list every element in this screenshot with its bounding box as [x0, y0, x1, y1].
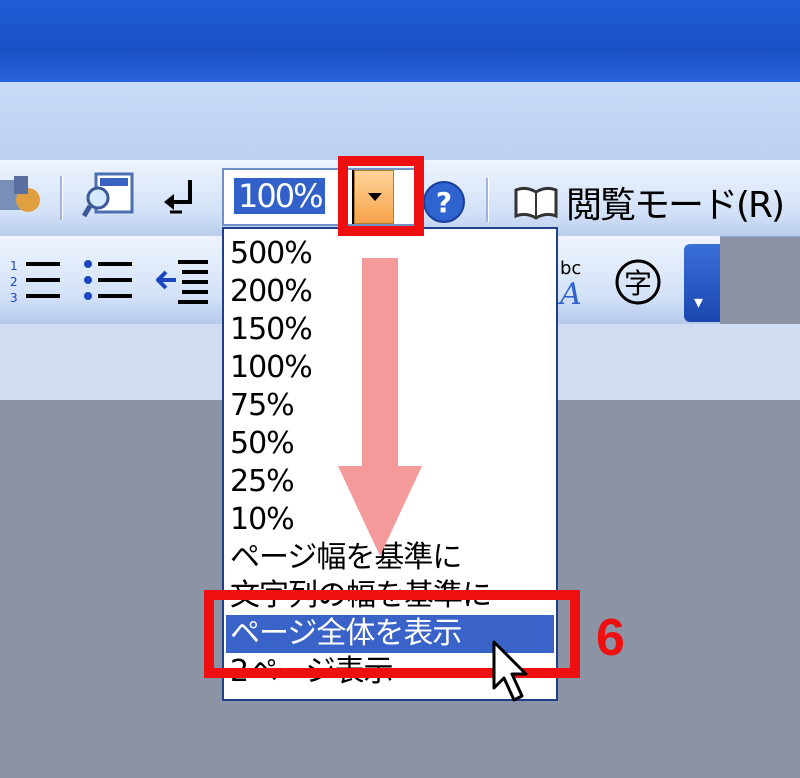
zoom-option-75[interactable]: 75% — [230, 387, 295, 425]
step-number: 6 — [596, 609, 625, 667]
zoom-option-25[interactable]: 25% — [230, 463, 295, 501]
book-icon — [514, 186, 558, 220]
annotation-arrow-head — [338, 466, 422, 556]
toolbar-separator — [486, 178, 489, 222]
zoom-option-100[interactable]: 100% — [230, 349, 313, 387]
svg-text:1: 1 — [10, 259, 18, 273]
svg-text:?: ? — [436, 186, 452, 219]
toolbar-options-icon: ▾ — [694, 292, 704, 313]
annotation-arrow-shaft — [362, 258, 398, 468]
toolbar-separator — [60, 176, 63, 220]
svg-text:A: A — [558, 277, 582, 306]
enclose-character-glyph: 字 — [624, 267, 652, 300]
zoom-option-200[interactable]: 200% — [230, 273, 313, 311]
print-preview-icon[interactable] — [82, 170, 136, 222]
svg-text:2: 2 — [10, 275, 18, 289]
mouse-pointer-icon — [492, 640, 528, 702]
svg-text:3: 3 — [10, 291, 18, 305]
svg-text:bc: bc — [560, 258, 581, 279]
zoom-option-10[interactable]: 10% — [230, 501, 295, 539]
help-icon[interactable]: ? — [420, 178, 468, 226]
numbering-icon[interactable]: 1 2 3 — [8, 256, 64, 306]
text-effects-icon[interactable]: bc A — [558, 254, 606, 306]
decrease-indent-icon[interactable] — [156, 256, 212, 306]
window-title-bar — [0, 0, 800, 82]
zoom-option-150[interactable]: 150% — [230, 311, 313, 349]
zoom-option-50[interactable]: 50% — [230, 425, 295, 463]
zoom-value[interactable]: 100% — [234, 178, 326, 214]
bullets-icon[interactable] — [82, 256, 138, 306]
menu-bar — [0, 82, 800, 160]
paragraph-mark-icon[interactable] — [160, 176, 200, 220]
zoom-option-500[interactable]: 500% — [230, 235, 313, 273]
toolbar-options-button[interactable]: ▾ — [684, 244, 720, 322]
enclose-character-icon[interactable]: 字 — [612, 258, 668, 308]
read-mode-button[interactable]: 閲覧モード(R) — [566, 176, 785, 228]
dropdown-button-highlight — [338, 156, 424, 236]
document-map-icon[interactable] — [0, 170, 44, 222]
